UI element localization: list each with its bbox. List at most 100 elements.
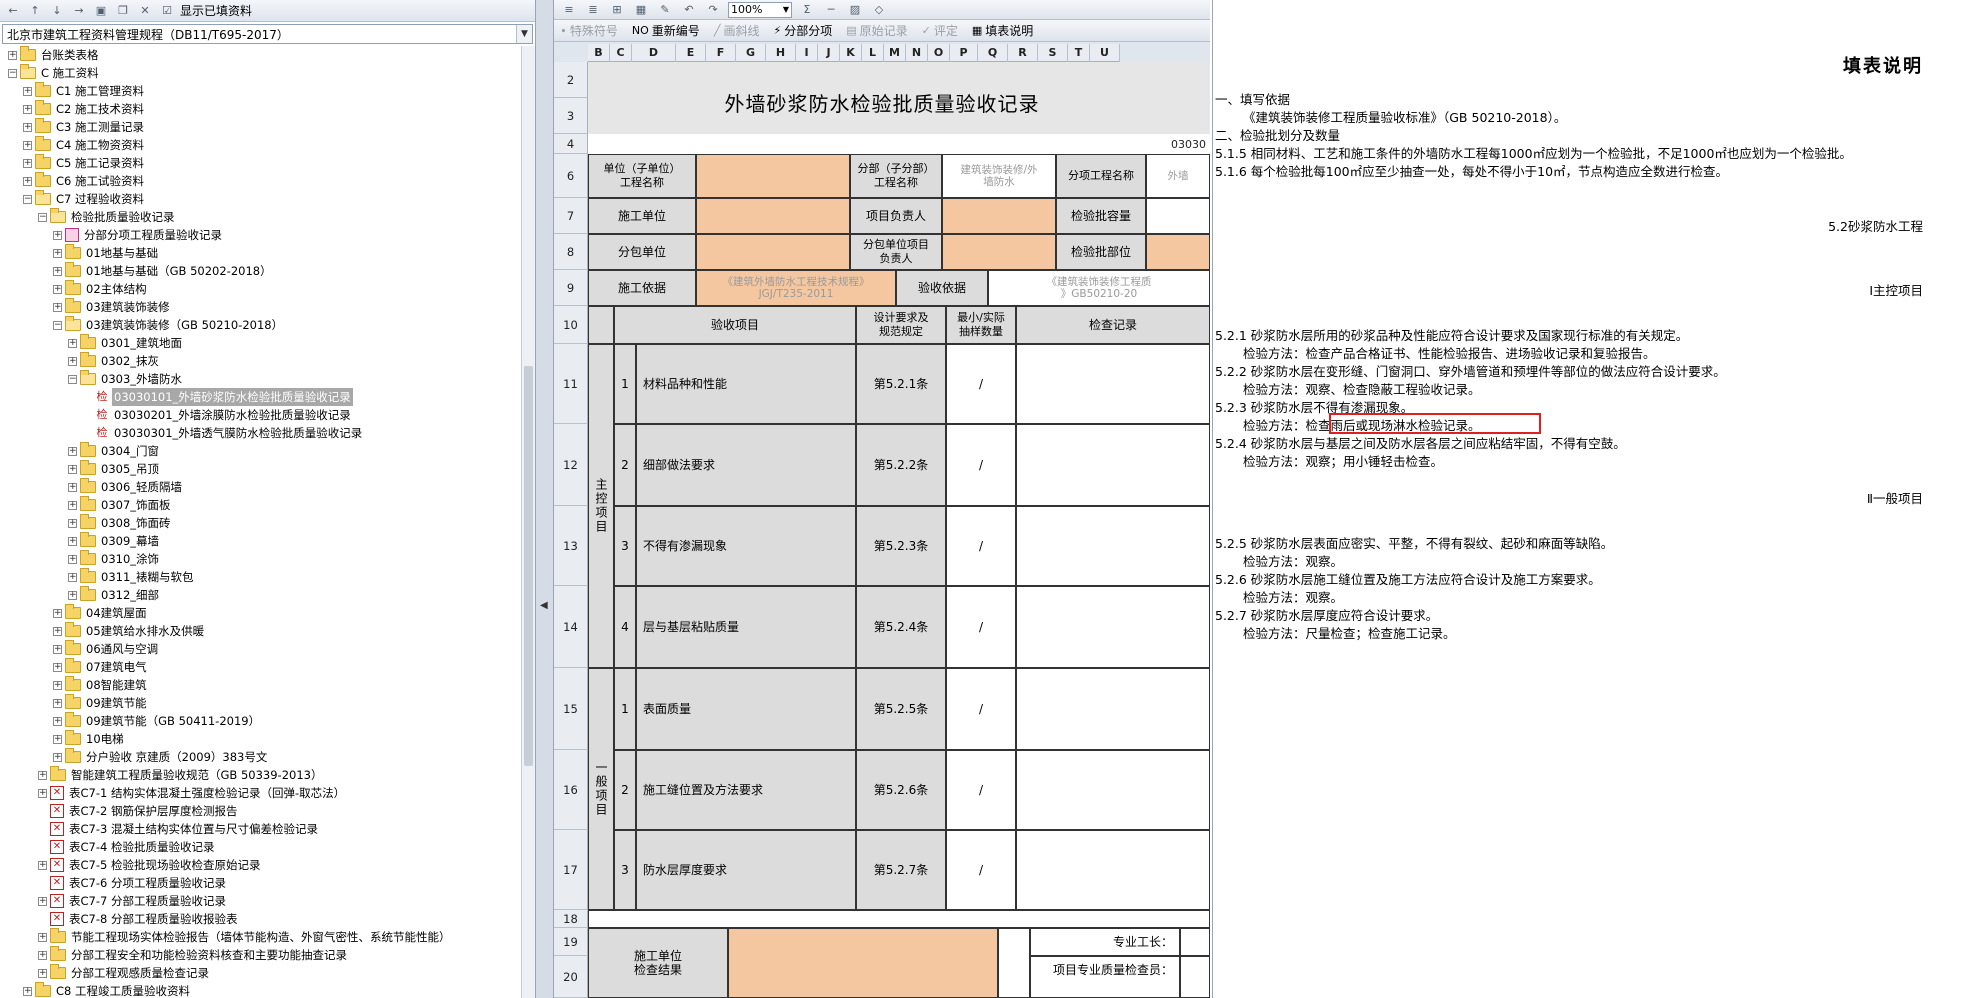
standard-select[interactable]: 北京市建筑工程资料管理规程（DB11/T695-2017） ▼: [2, 24, 533, 44]
tree-node[interactable]: − 检验批质量验收记录: [0, 208, 514, 226]
subcontractor-input[interactable]: [696, 234, 850, 270]
expand-icon[interactable]: +: [68, 356, 77, 366]
toolbar-button-4[interactable]: ▤ 原始记录: [846, 22, 907, 39]
contractor-result-input[interactable]: [728, 928, 998, 998]
zoom-select[interactable]: 100% ▼: [728, 1, 792, 18]
tree-node[interactable]: + 分部工程安全和功能检验资料核查和主要功能抽查记录: [0, 946, 514, 964]
tree-node[interactable]: +0310_涂饰: [0, 550, 514, 568]
tree-node[interactable]: − 0303_外墙防水: [0, 370, 514, 388]
expand-icon[interactable]: +: [68, 572, 77, 582]
column-header-cell[interactable]: N: [906, 44, 928, 62]
expand-icon[interactable]: +: [53, 266, 62, 276]
shape-icon[interactable]: ◇: [870, 1, 888, 19]
column-header-cell[interactable]: H: [766, 44, 796, 62]
merge-cells-icon[interactable]: ⊞: [608, 1, 626, 19]
tree-node[interactable]: +0301_建筑地面: [0, 334, 514, 352]
expand-icon[interactable]: +: [53, 284, 62, 294]
column-header-cell[interactable]: T: [1068, 44, 1090, 62]
expand-icon[interactable]: +: [68, 500, 77, 510]
down-arrow-icon[interactable]: ↓: [48, 2, 66, 20]
project-leader-input[interactable]: [942, 198, 1056, 234]
tree-node[interactable]: +05建筑给水排水及供暖: [0, 622, 514, 640]
tree-node[interactable]: − C 施工资料: [0, 64, 514, 82]
new-doc-icon[interactable]: ▣: [92, 2, 110, 20]
row-header-cell[interactable]: 20: [554, 956, 588, 998]
tree-node[interactable]: +08智能建筑: [0, 676, 514, 694]
tree-node[interactable]: + 节能工程现场实体检验报告（墙体节能构造、外窗气密性、系统节能性能）: [0, 928, 514, 946]
expand-icon[interactable]: +: [23, 122, 32, 132]
tree-node[interactable]: + 分部工程观感质量检查记录: [0, 964, 514, 982]
tree-node[interactable]: +10电梯: [0, 730, 514, 748]
expand-icon[interactable]: +: [23, 158, 32, 168]
row-header-cell[interactable]: 10: [554, 306, 588, 344]
batch-capacity-input[interactable]: [1146, 198, 1210, 234]
toolbar-button-3[interactable]: ⚡ 分部分项: [773, 22, 832, 39]
tree-node[interactable]: + ✕ 表C7-5 检验批现场验收检查原始记录: [0, 856, 514, 874]
row-header-cell[interactable]: 15: [554, 668, 588, 750]
tree-node[interactable]: + ✕ 表C7-7 分部工程质量验收记录: [0, 892, 514, 910]
column-header-cell[interactable]: C: [610, 44, 632, 62]
row-header-cell[interactable]: 7: [554, 198, 588, 234]
align-left-icon[interactable]: ≡: [560, 1, 578, 19]
foreman-input[interactable]: [1180, 928, 1210, 956]
expand-icon[interactable]: +: [8, 50, 17, 60]
column-header-cell[interactable]: G: [736, 44, 766, 62]
row-header-cell[interactable]: 4: [554, 134, 588, 154]
expand-icon[interactable]: +: [23, 104, 32, 114]
expand-icon[interactable]: +: [23, 140, 32, 150]
expand-icon[interactable]: +: [53, 248, 62, 258]
collapse-icon[interactable]: −: [68, 374, 77, 384]
forward-arrow-icon[interactable]: →: [70, 2, 88, 20]
back-arrow-icon[interactable]: ←: [4, 2, 22, 20]
expand-icon[interactable]: +: [53, 752, 62, 762]
toolbar-button-2[interactable]: ╱ 画斜线: [714, 22, 760, 39]
border-icon[interactable]: ▦: [632, 1, 650, 19]
expand-icon[interactable]: +: [68, 338, 77, 348]
expand-icon[interactable]: +: [38, 770, 47, 780]
tree-node[interactable]: +09建筑节能（GB 50411-2019）: [0, 712, 514, 730]
expand-icon[interactable]: +: [38, 932, 47, 942]
expand-icon[interactable]: +: [68, 536, 77, 546]
tree-node[interactable]: + 台账类表格: [0, 46, 514, 64]
tree-node[interactable]: +02主体结构: [0, 280, 514, 298]
column-header-cell[interactable]: L: [862, 44, 884, 62]
expand-icon[interactable]: +: [68, 590, 77, 600]
row-header-cell[interactable]: 6: [554, 154, 588, 198]
column-header-cell[interactable]: F: [706, 44, 736, 62]
tree-node[interactable]: − C7 过程验收资料: [0, 190, 514, 208]
tree-node[interactable]: ✕ 表C7-6 分项工程质量验收记录: [0, 874, 514, 892]
column-header-cell[interactable]: D: [632, 44, 676, 62]
tree-node[interactable]: +0311_裱糊与软包: [0, 568, 514, 586]
chevron-down-icon[interactable]: ▼: [516, 25, 532, 43]
toolbar-button-5[interactable]: ✓ 评定: [922, 22, 958, 39]
tree-node[interactable]: ✕ 表C7-8 分部工程质量验收报验表: [0, 910, 514, 928]
item-check-record-input[interactable]: [1016, 506, 1210, 586]
up-arrow-icon[interactable]: ↑: [26, 2, 44, 20]
expand-icon[interactable]: +: [38, 788, 47, 798]
tree-node[interactable]: 检 03030201_外墙涂膜防水检验批质量验收记录: [0, 406, 514, 424]
expand-icon[interactable]: +: [53, 230, 62, 240]
tree-node[interactable]: +06通风与空调: [0, 640, 514, 658]
item-sample[interactable]: /: [946, 506, 1016, 586]
expand-icon[interactable]: +: [53, 662, 62, 672]
item-sample[interactable]: /: [946, 424, 1016, 506]
item-sample[interactable]: /: [946, 830, 1016, 910]
row-header-cell[interactable]: 14: [554, 586, 588, 668]
show-filled-toggle[interactable]: 显示已填资料: [180, 2, 252, 19]
row-header-cell[interactable]: 11: [554, 344, 588, 424]
column-header-cell[interactable]: J: [818, 44, 840, 62]
toolbar-button-1[interactable]: NO 重新编号: [632, 22, 700, 39]
row-header-cell[interactable]: 12: [554, 424, 588, 506]
format-painter-icon[interactable]: ✎: [656, 1, 674, 19]
item-check-record-input[interactable]: [1016, 668, 1210, 750]
expand-icon[interactable]: +: [53, 626, 62, 636]
toolbar-button-0[interactable]: ∙ 特殊符号: [560, 22, 618, 39]
column-header-cell[interactable]: Q: [978, 44, 1008, 62]
item-check-record-input[interactable]: [1016, 344, 1210, 424]
align-center-icon[interactable]: ≣: [584, 1, 602, 19]
column-header-cell[interactable]: I: [796, 44, 818, 62]
expand-icon[interactable]: +: [68, 554, 77, 564]
item-check-record-input[interactable]: [1016, 750, 1210, 830]
tree-node[interactable]: + C3 施工测量记录: [0, 118, 514, 136]
left-scrollbar[interactable]: [521, 46, 535, 998]
